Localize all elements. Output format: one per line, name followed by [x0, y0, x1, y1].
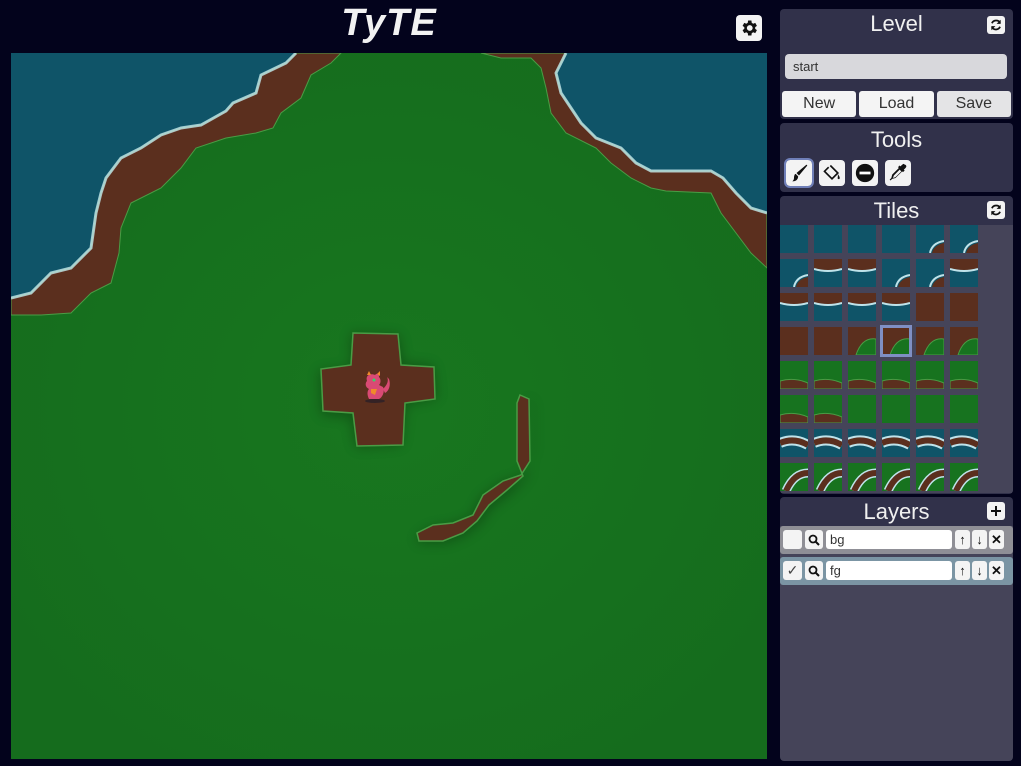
- tile-grass-dirt-e[interactable]: [882, 361, 910, 389]
- tiles-panel: Tiles: [780, 196, 1013, 494]
- level-panel: Level New Load Save: [780, 9, 1013, 119]
- layers-panel: Layers ↑ ↓ ✕ ✓ ↑ ↓ ✕: [780, 497, 1013, 761]
- plus-icon: [991, 506, 1001, 516]
- check-icon: ✓: [786, 562, 799, 578]
- tile-path-water-6[interactable]: [950, 429, 978, 457]
- refresh-icon: [991, 19, 1001, 31]
- tile-grass-dirt-ne[interactable]: [780, 395, 808, 423]
- tile-path-water-3[interactable]: [848, 429, 876, 457]
- layer-focus-button[interactable]: [805, 561, 823, 580]
- tile-grass-dirt-w[interactable]: [814, 361, 842, 389]
- tile-grass-dirt-n[interactable]: [848, 361, 876, 389]
- layer-up-button[interactable]: ↑: [955, 561, 970, 580]
- layer-focus-button[interactable]: [805, 530, 823, 549]
- tile-dirt-water-c3[interactable]: [882, 293, 910, 321]
- tile-path-grass-4[interactable]: [882, 463, 910, 491]
- tools-panel: Tools: [780, 123, 1013, 192]
- tiles-refresh-button[interactable]: [987, 201, 1005, 219]
- tile-grid: [780, 225, 978, 491]
- tile-dirt-grass-s[interactable]: [880, 325, 912, 357]
- tile-path-water-5[interactable]: [916, 429, 944, 457]
- erase-icon: [855, 163, 875, 183]
- tile-water-dirt-se[interactable]: [950, 225, 978, 253]
- tile-water[interactable]: [780, 225, 808, 253]
- save-level-button[interactable]: Save: [936, 91, 1011, 117]
- level-refresh-button[interactable]: [987, 16, 1005, 34]
- layer-visibility-checkbox[interactable]: [783, 530, 802, 549]
- tile-water[interactable]: [848, 225, 876, 253]
- add-layer-button[interactable]: [987, 502, 1005, 520]
- tile-dirt[interactable]: [780, 327, 808, 355]
- bucket-icon: [823, 164, 840, 181]
- tile-water-dirt-sw[interactable]: [780, 259, 808, 287]
- tile-dirt-water-nw[interactable]: [814, 259, 842, 287]
- layer-delete-button[interactable]: ✕: [989, 561, 1004, 580]
- tile-water-dirt-ne[interactable]: [916, 225, 944, 253]
- layers-panel-title: Layers: [863, 499, 930, 524]
- tile-palette[interactable]: [780, 225, 1013, 493]
- tiles-panel-title: Tiles: [873, 198, 920, 223]
- tile-dirt-water-w[interactable]: [950, 259, 978, 287]
- layer-up-button[interactable]: ↑: [955, 530, 970, 549]
- layer-name-input[interactable]: [826, 530, 952, 549]
- tile-dirt[interactable]: [950, 293, 978, 321]
- tile-dirt-water-sw[interactable]: [780, 293, 808, 321]
- tile-path-grass-1[interactable]: [780, 463, 808, 491]
- layer-delete-button[interactable]: ✕: [989, 530, 1004, 549]
- tile-water[interactable]: [814, 225, 842, 253]
- level-name-input[interactable]: [785, 54, 1007, 79]
- tile-water-dirt-s[interactable]: [916, 259, 944, 287]
- magnifier-icon: [808, 565, 820, 577]
- tile-dirt[interactable]: [814, 327, 842, 355]
- brush-icon: [792, 164, 808, 182]
- tile-path-water-1[interactable]: [780, 429, 808, 457]
- eyedropper-icon: [889, 163, 907, 181]
- tile-grass-dirt-s[interactable]: [780, 361, 808, 389]
- tile-dirt-water-c1[interactable]: [814, 293, 842, 321]
- tile-grass[interactable]: [848, 395, 876, 423]
- tile-dirt-water-c2[interactable]: [848, 293, 876, 321]
- tile-water[interactable]: [882, 225, 910, 253]
- tile-grass[interactable]: [882, 395, 910, 423]
- layer-row-fg[interactable]: ✓ ↑ ↓ ✕: [780, 557, 1013, 585]
- tile-dirt-grass-ne[interactable]: [950, 327, 978, 355]
- layer-down-button[interactable]: ↓: [972, 530, 987, 549]
- tile-dirt[interactable]: [916, 293, 944, 321]
- level-panel-title: Level: [870, 11, 923, 36]
- gear-icon: [742, 20, 757, 36]
- tile-dirt-grass-sw[interactable]: [916, 327, 944, 355]
- tile-path-water-4[interactable]: [882, 429, 910, 457]
- refresh-icon: [991, 204, 1001, 216]
- tile-path-grass-6[interactable]: [950, 463, 978, 491]
- tools-panel-title: Tools: [870, 127, 923, 152]
- tile-grass[interactable]: [950, 395, 978, 423]
- tile-grass[interactable]: [916, 395, 944, 423]
- map-canvas[interactable]: [11, 53, 767, 759]
- layer-name-input[interactable]: [826, 561, 952, 580]
- new-level-button[interactable]: New: [782, 91, 857, 117]
- tile-dirt-grass-se[interactable]: [848, 327, 876, 355]
- load-level-button[interactable]: Load: [859, 91, 934, 117]
- brush-tool-button[interactable]: [784, 158, 814, 188]
- layer-row-bg[interactable]: ↑ ↓ ✕: [780, 526, 1013, 554]
- tile-path-grass-2[interactable]: [814, 463, 842, 491]
- tile-path-water-2[interactable]: [814, 429, 842, 457]
- tile-grass-dirt-sw[interactable]: [916, 361, 944, 389]
- layer-list: ↑ ↓ ✕ ✓ ↑ ↓ ✕: [780, 526, 1013, 761]
- tile-dirt-top-water[interactable]: [848, 259, 876, 287]
- erase-tool-button[interactable]: [852, 160, 878, 186]
- magnifier-icon: [808, 534, 820, 546]
- tile-water-dirt-e[interactable]: [882, 259, 910, 287]
- tile-path-grass-3[interactable]: [848, 463, 876, 491]
- layer-visibility-checkbox[interactable]: ✓: [783, 561, 802, 580]
- fill-tool-button[interactable]: [819, 160, 845, 186]
- picker-tool-button[interactable]: [885, 160, 911, 186]
- app-title: TyTE: [341, 2, 437, 44]
- tile-path-grass-5[interactable]: [916, 463, 944, 491]
- tile-grass-dirt-nw[interactable]: [950, 361, 978, 389]
- tile-grass-dirt-se2[interactable]: [814, 395, 842, 423]
- layer-down-button[interactable]: ↓: [972, 561, 987, 580]
- settings-button[interactable]: [736, 15, 762, 41]
